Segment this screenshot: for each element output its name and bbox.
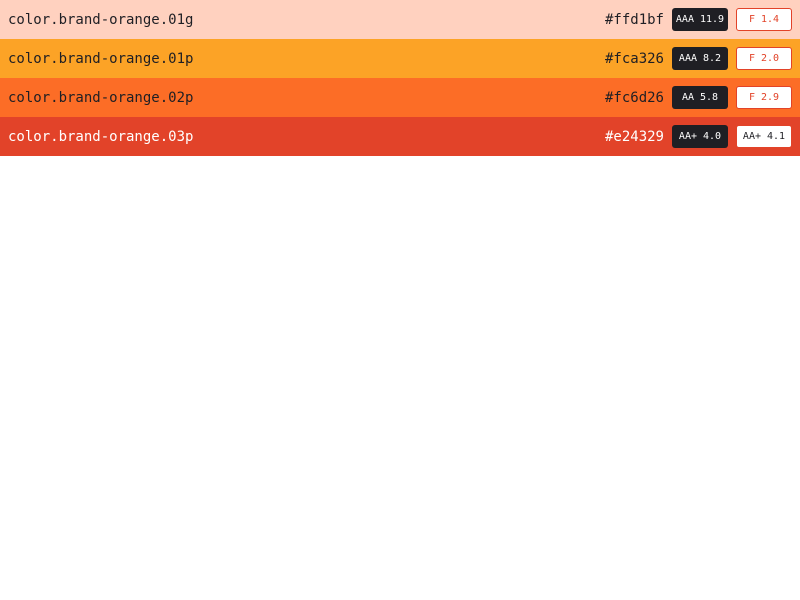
dark-contrast-badge: AA 5.8	[672, 86, 728, 109]
dark-contrast-badge: AAA 8.2	[672, 47, 728, 70]
dark-contrast-badge: AAA 11.9	[672, 8, 728, 31]
swatch-row: color.brand-orange.02p #fc6d26 AA 5.8 F …	[0, 78, 800, 117]
token-name: color.brand-orange.03p	[8, 128, 194, 145]
hex-value: #ffd1bf	[604, 11, 664, 28]
hex-value: #e24329	[604, 128, 664, 145]
light-contrast-badge: AA+ 4.1	[736, 125, 792, 148]
swatch-row: color.brand-orange.03p #e24329 AA+ 4.0 A…	[0, 117, 800, 156]
hex-value: #fc6d26	[604, 89, 664, 106]
token-name: color.brand-orange.01g	[8, 11, 194, 28]
swatch-row: color.brand-orange.01g #ffd1bf AAA 11.9 …	[0, 0, 800, 39]
light-contrast-badge: F 2.9	[736, 86, 792, 109]
color-palette: color.brand-orange.01g #ffd1bf AAA 11.9 …	[0, 0, 800, 156]
light-contrast-badge: F 1.4	[736, 8, 792, 31]
token-name: color.brand-orange.01p	[8, 50, 194, 67]
light-contrast-badge: F 2.0	[736, 47, 792, 70]
token-name: color.brand-orange.02p	[8, 89, 194, 106]
swatch-row: color.brand-orange.01p #fca326 AAA 8.2 F…	[0, 39, 800, 78]
hex-value: #fca326	[604, 50, 664, 67]
dark-contrast-badge: AA+ 4.0	[672, 125, 728, 148]
